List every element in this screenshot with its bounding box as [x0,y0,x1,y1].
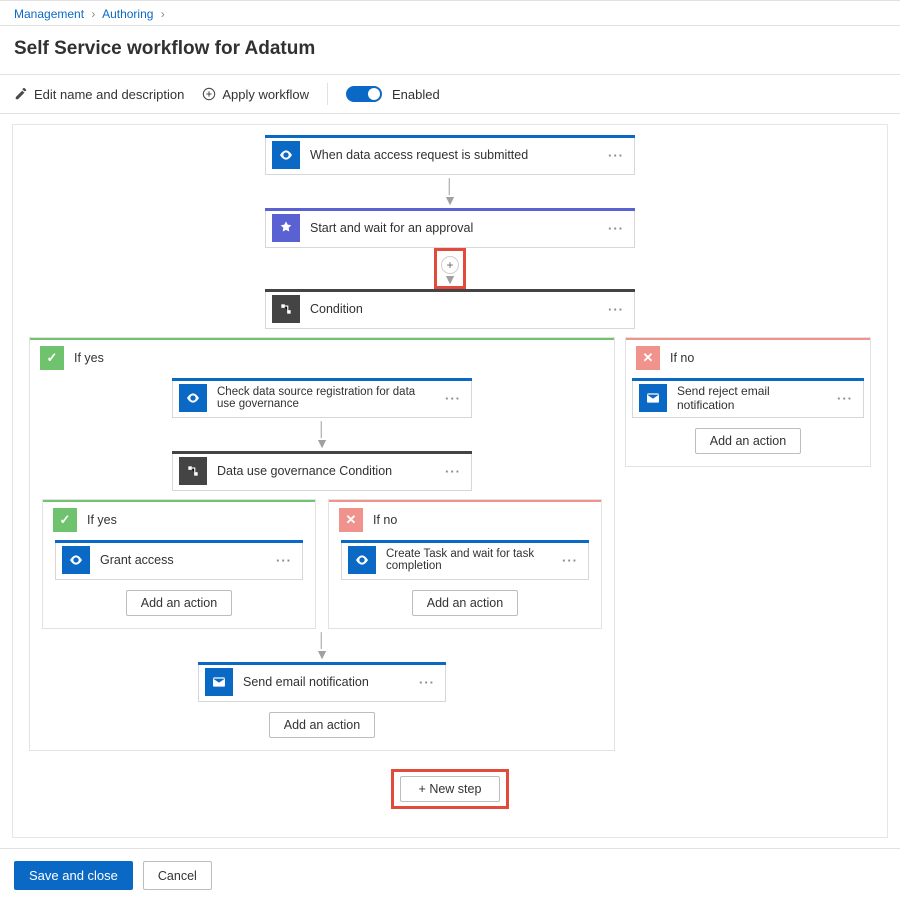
add-action-button[interactable]: Add an action [269,712,375,738]
step-create-task[interactable]: Create Task and wait for task completion… [341,540,589,580]
cross-icon: ✕ [636,346,660,370]
step-label: Create Task and wait for task completion [386,548,552,572]
step-trigger[interactable]: When data access request is submitted ··… [265,135,635,175]
accent-bar [265,135,635,138]
apply-label: Apply workflow [222,87,309,102]
eye-icon [348,546,376,574]
step-send-reject-email[interactable]: Send reject email notification ··· [632,378,864,418]
divider [327,83,328,105]
new-step-button[interactable]: + New step [400,776,501,802]
enabled-toggle[interactable] [346,86,382,102]
page-title: Self Service workflow for Adatum [0,26,900,74]
more-icon[interactable]: ··· [435,464,471,479]
step-label: When data access request is submitted [310,148,598,162]
new-step-highlight: + New step [391,769,510,809]
accent-bar [341,540,589,543]
mail-icon [639,384,667,412]
branch-label: If yes [74,351,104,365]
condition-icon [179,457,207,485]
insert-step-highlight: + ▼ [434,248,466,289]
add-action-button[interactable]: Add an action [695,428,801,454]
step-label: Send email notification [243,675,409,689]
step-condition[interactable]: Condition ··· [265,289,635,329]
more-icon[interactable]: ··· [598,148,634,163]
toolbar: Edit name and description Apply workflow… [0,74,900,114]
accent-bar [172,378,472,381]
accent-bar [172,451,472,454]
branch-if-no: ✕ If no Send reject email notification ·… [625,337,871,467]
more-icon[interactable]: ··· [598,302,634,317]
more-icon[interactable]: ··· [827,391,863,406]
more-icon[interactable]: ··· [552,553,588,568]
branch-label: If no [373,513,397,527]
breadcrumb-sep-icon: › [161,7,165,21]
accent-bar [30,338,614,340]
breadcrumb-management[interactable]: Management [14,7,84,21]
step-label: Check data source registration for data … [217,386,435,410]
eye-icon [272,141,300,169]
more-icon[interactable]: ··· [598,221,634,236]
cancel-button[interactable]: Cancel [143,861,212,890]
branch-inner-if-yes: ✓ If yes Grant access ··· [42,499,316,629]
edit-name-description-button[interactable]: Edit name and description [14,87,184,102]
eye-icon [62,546,90,574]
accent-bar [55,540,303,543]
apply-workflow-button[interactable]: Apply workflow [202,87,309,102]
enabled-label: Enabled [392,87,440,102]
breadcrumb-authoring[interactable]: Authoring [102,7,153,21]
cross-icon: ✕ [339,508,363,532]
step-label: Data use governance Condition [217,464,435,478]
check-icon: ✓ [53,508,77,532]
step-label: Start and wait for an approval [310,221,598,235]
add-action-button[interactable]: Add an action [412,590,518,616]
eye-icon [179,384,207,412]
accent-bar [626,338,870,340]
approval-icon [272,214,300,242]
branch-label: If yes [87,513,117,527]
more-icon[interactable]: ··· [435,391,471,406]
accent-bar [329,500,601,502]
arrow-down-icon: │▼ [315,629,329,662]
step-governance-condition[interactable]: Data use governance Condition ··· [172,451,472,491]
pencil-icon [14,87,28,101]
step-label: Grant access [100,553,266,567]
accent-bar [632,378,864,381]
arrow-down-icon: ▼ [443,272,457,286]
step-label: Condition [310,302,598,316]
branch-inner-if-no: ✕ If no Create Task and wait for task co… [328,499,602,629]
footer: Save and close Cancel [0,849,900,910]
arrow-down-icon: │▼ [315,418,329,451]
accent-bar [265,289,635,292]
step-label: Send reject email notification [677,384,827,412]
add-action-button[interactable]: Add an action [126,590,232,616]
breadcrumb-sep-icon: › [91,7,95,21]
step-grant-access[interactable]: Grant access ··· [55,540,303,580]
accent-bar [198,662,446,665]
step-check-registration[interactable]: Check data source registration for data … [172,378,472,418]
check-icon: ✓ [40,346,64,370]
step-send-email[interactable]: Send email notification ··· [198,662,446,702]
mail-icon [205,668,233,696]
edit-label: Edit name and description [34,87,184,102]
workflow-canvas: When data access request is submitted ··… [12,124,888,838]
accent-bar [43,500,315,502]
accent-bar [265,208,635,211]
more-icon[interactable]: ··· [409,675,445,690]
branch-label: If no [670,351,694,365]
condition-icon [272,295,300,323]
plus-circle-icon [202,87,216,101]
more-icon[interactable]: ··· [266,553,302,568]
arrow-down-icon: │▼ [443,175,457,208]
save-and-close-button[interactable]: Save and close [14,861,133,890]
step-approval[interactable]: Start and wait for an approval ··· [265,208,635,248]
branch-if-yes: ✓ If yes Check data source registration … [29,337,615,751]
breadcrumb: Management › Authoring › [0,1,900,26]
